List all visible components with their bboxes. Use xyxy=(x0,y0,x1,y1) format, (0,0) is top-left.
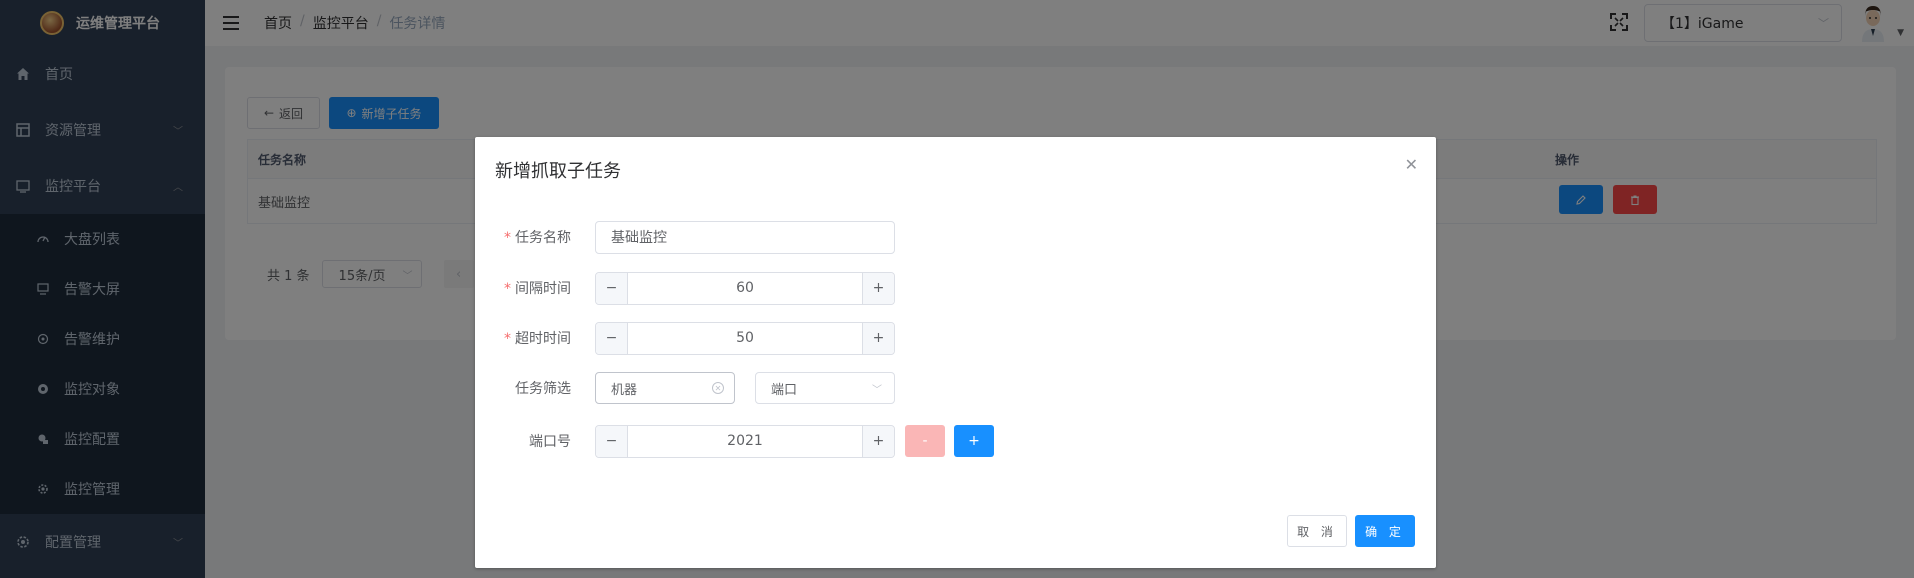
port-label: 端口号 xyxy=(529,434,571,450)
decrement-button[interactable]: − xyxy=(596,322,628,354)
increment-button[interactable]: + xyxy=(862,272,894,304)
interval-label: * 间隔时间 xyxy=(504,281,571,297)
confirm-button[interactable]: 确 定 xyxy=(1355,515,1415,547)
timeout-value[interactable]: 50 xyxy=(628,330,862,346)
increment-button[interactable]: + xyxy=(862,425,894,457)
task-name-input[interactable]: 基础监控 xyxy=(595,220,895,254)
filter-type-select[interactable]: 机器 ✕ xyxy=(595,372,735,404)
interval-stepper[interactable]: − 60 + xyxy=(595,271,895,305)
port-stepper[interactable]: − 2021 + xyxy=(595,424,895,458)
increment-button[interactable]: + xyxy=(862,322,894,354)
timeout-stepper[interactable]: − 50 + xyxy=(595,321,895,355)
interval-value[interactable]: 60 xyxy=(628,280,862,296)
dialog-title: 新增抓取子任务 xyxy=(495,161,621,182)
timeout-label: * 超时时间 xyxy=(504,331,571,347)
filter-port-select[interactable]: 端口 ﹀ xyxy=(755,372,895,404)
required-mark: * xyxy=(504,281,511,297)
clear-icon[interactable]: ✕ xyxy=(712,382,724,394)
close-icon[interactable]: ✕ xyxy=(1405,155,1418,174)
decrement-button[interactable]: − xyxy=(596,425,628,457)
add-subtask-dialog: 新增抓取子任务 ✕ * 任务名称 基础监控 * 间隔时间 − 60 + * 超时时间 … xyxy=(475,137,1436,568)
filter-label: 任务筛选 xyxy=(515,381,571,397)
cancel-button[interactable]: 取 消 xyxy=(1287,515,1347,547)
port-value[interactable]: 2021 xyxy=(628,433,862,449)
decrement-button[interactable]: − xyxy=(596,272,628,304)
remove-port-button[interactable]: - xyxy=(905,425,945,457)
add-port-button[interactable]: + xyxy=(954,425,994,457)
chevron-down-icon: ﹀ xyxy=(872,384,882,396)
task-name-label: * 任务名称 xyxy=(504,230,571,246)
required-mark: * xyxy=(504,331,511,347)
required-mark: * xyxy=(504,230,511,246)
